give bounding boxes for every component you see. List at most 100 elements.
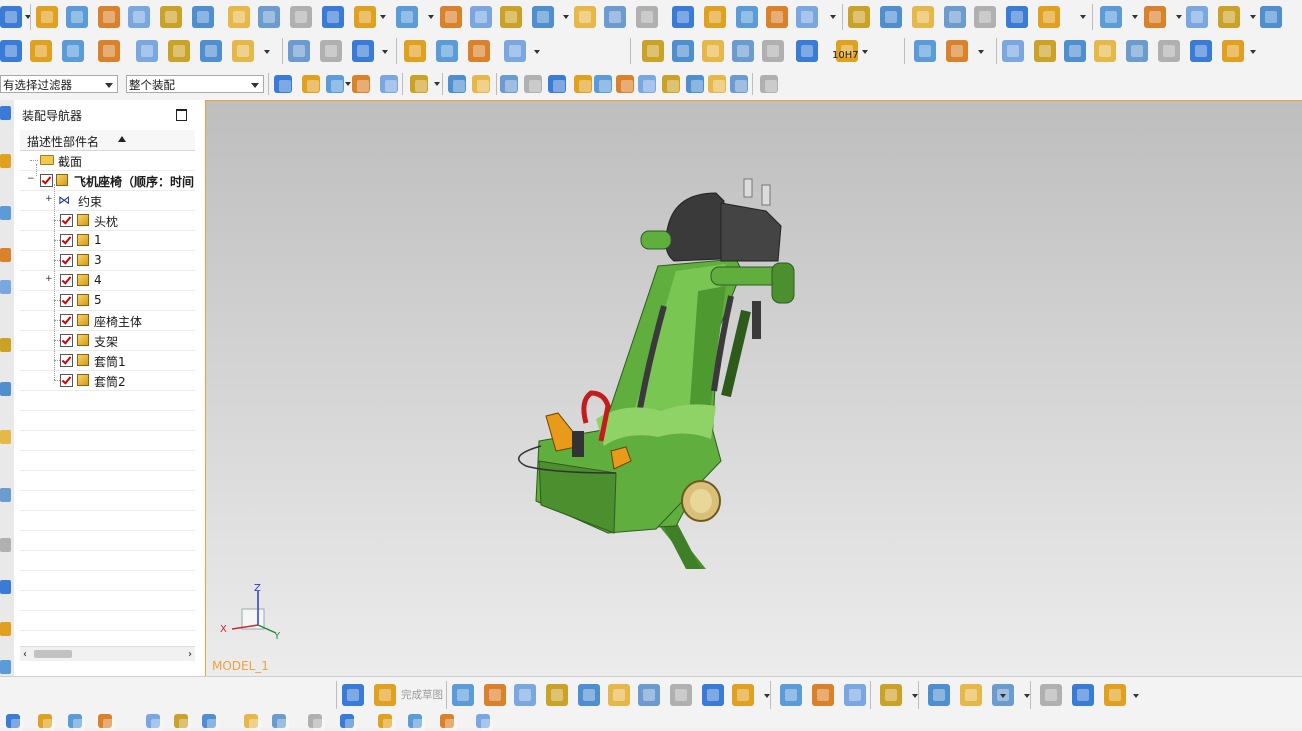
toolbar-tool-icon[interactable] xyxy=(378,714,395,731)
dropdown-arrow-icon[interactable] xyxy=(1132,15,1138,19)
toolbar-tool-icon[interactable] xyxy=(470,6,492,28)
scroll-left-icon[interactable]: ‹ xyxy=(23,649,27,660)
toolbar-tool-icon[interactable] xyxy=(468,40,490,62)
toolbar-tool-icon[interactable] xyxy=(200,40,222,62)
toolbar-tool-icon[interactable] xyxy=(1006,6,1028,28)
tree-row-subassembly[interactable]: + 4 xyxy=(20,270,195,291)
toolbar-tool-icon[interactable] xyxy=(396,6,418,28)
toolbar-tool-icon[interactable] xyxy=(780,684,802,706)
resource-tab-icon[interactable] xyxy=(0,660,11,674)
toolbar-tool-icon[interactable] xyxy=(594,75,612,93)
toolbar-tool-icon[interactable] xyxy=(1040,684,1062,706)
toolbar-tool-icon[interactable] xyxy=(1038,6,1060,28)
resource-tab-icon[interactable] xyxy=(0,154,11,168)
tree-row-part[interactable]: 支架 xyxy=(20,330,195,351)
toolbar-tool-icon[interactable] xyxy=(290,6,312,28)
toolbar-tool-icon[interactable] xyxy=(68,714,85,731)
toolbar-tool-icon[interactable] xyxy=(160,6,182,28)
toolbar-tool-icon[interactable] xyxy=(302,75,320,93)
tree-row-part[interactable]: 套筒2 xyxy=(20,370,195,391)
toolbar-tool-icon[interactable] xyxy=(258,6,280,28)
toolbar-tool-icon[interactable] xyxy=(440,714,457,731)
toolbar-tool-icon[interactable] xyxy=(320,40,342,62)
toolbar-tool-icon[interactable] xyxy=(6,714,23,731)
toolbar-tool-icon[interactable] xyxy=(272,714,289,731)
toolbar-tool-icon[interactable] xyxy=(340,714,357,731)
visibility-checkbox[interactable] xyxy=(60,314,73,327)
tree-row-part[interactable]: 头枕 xyxy=(20,210,195,231)
toolbar-tool-icon[interactable] xyxy=(638,75,656,93)
collapse-icon[interactable]: − xyxy=(27,175,35,184)
assembly-scope-dropdown[interactable]: 整个装配 xyxy=(126,75,264,93)
toolbar-tool-icon[interactable] xyxy=(232,40,254,62)
tree-row-root-assembly[interactable]: − 飞机座椅（顺序：时间 xyxy=(20,170,195,191)
scrollbar-thumb[interactable] xyxy=(34,650,72,658)
toolbar-tool-icon[interactable] xyxy=(30,40,52,62)
toolbar-tool-icon[interactable] xyxy=(1094,40,1116,62)
toolbar-tool-icon[interactable] xyxy=(440,6,462,28)
resource-tab-icon[interactable] xyxy=(0,488,11,502)
dropdown-arrow-icon[interactable] xyxy=(345,82,351,86)
toolbar-tool-icon[interactable] xyxy=(436,40,458,62)
toolbar-tool-icon[interactable] xyxy=(1104,684,1126,706)
toolbar-tool-icon[interactable] xyxy=(672,40,694,62)
toolbar-tool-icon[interactable] xyxy=(404,40,426,62)
resource-tab-icon[interactable] xyxy=(0,248,11,262)
toolbar-tool-icon[interactable] xyxy=(1144,6,1166,28)
toolbar-tool-icon[interactable] xyxy=(946,40,968,62)
dropdown-arrow-icon[interactable] xyxy=(1080,15,1086,19)
toolbar-tool-icon[interactable] xyxy=(1034,40,1056,62)
dropdown-arrow-icon[interactable] xyxy=(1000,694,1006,698)
toolbar-tool-icon[interactable] xyxy=(38,714,55,731)
scroll-right-icon[interactable]: › xyxy=(188,649,192,660)
toolbar-tool-icon[interactable] xyxy=(1190,40,1212,62)
toolbar-tool-icon[interactable] xyxy=(704,6,726,28)
toolbar-tool-icon[interactable] xyxy=(686,75,704,93)
maximize-icon[interactable] xyxy=(176,109,187,121)
toolbar-tool-icon[interactable] xyxy=(524,75,542,93)
toolbar-tool-icon[interactable] xyxy=(1260,6,1282,28)
toolbar-tool-icon[interactable] xyxy=(732,684,754,706)
toolbar-tool-icon[interactable] xyxy=(578,684,600,706)
toolbar-tool-icon[interactable] xyxy=(98,6,120,28)
visibility-checkbox[interactable] xyxy=(60,214,73,227)
toolbar-tool-icon[interactable] xyxy=(1002,40,1024,62)
toolbar-tool-icon[interactable] xyxy=(662,75,680,93)
toolbar-tool-icon[interactable] xyxy=(146,714,163,731)
dropdown-arrow-icon[interactable] xyxy=(862,50,868,54)
dropdown-arrow-icon[interactable] xyxy=(563,15,569,19)
visibility-checkbox[interactable] xyxy=(60,234,73,247)
navigator-column-header[interactable]: 描述性部件名 xyxy=(20,130,195,151)
toolbar-tool-icon[interactable] xyxy=(672,6,694,28)
expand-icon[interactable]: + xyxy=(45,195,53,204)
toolbar-tool-icon[interactable] xyxy=(812,684,834,706)
toolbar-tool-icon[interactable] xyxy=(760,75,778,93)
toolbar-tool-icon[interactable] xyxy=(960,684,982,706)
toolbar-tool-icon[interactable] xyxy=(244,714,261,731)
toolbar-tool-icon[interactable] xyxy=(98,714,115,731)
toolbar-tool-icon[interactable] xyxy=(448,75,466,93)
toolbar-tool-icon[interactable] xyxy=(354,6,376,28)
toolbar-tool-icon[interactable] xyxy=(168,40,190,62)
toolbar-tool-icon[interactable] xyxy=(352,40,374,62)
tree-row-part[interactable]: 套筒1 xyxy=(20,350,195,371)
tree-row-part[interactable]: 3 xyxy=(20,250,195,271)
tolerance-label[interactable]: 10H7 xyxy=(832,50,859,61)
toolbar-tool-icon[interactable] xyxy=(36,6,58,28)
toolbar-tool-icon[interactable] xyxy=(98,40,120,62)
toolbar-tool-icon[interactable] xyxy=(844,684,866,706)
visibility-checkbox[interactable] xyxy=(60,374,73,387)
toolbar-tool-icon[interactable] xyxy=(322,6,344,28)
toolbar-tool-icon[interactable] xyxy=(1218,6,1240,28)
toolbar-tool-icon[interactable] xyxy=(1158,40,1180,62)
resource-tab-icon[interactable] xyxy=(0,338,11,352)
dropdown-arrow-icon[interactable] xyxy=(434,82,440,86)
dropdown-arrow-icon[interactable] xyxy=(264,50,270,54)
toolbar-tool-icon[interactable] xyxy=(62,40,84,62)
dropdown-arrow-icon[interactable] xyxy=(382,50,388,54)
dropdown-arrow-icon[interactable] xyxy=(1250,50,1256,54)
horizontal-scrollbar[interactable]: ‹ › xyxy=(20,646,195,661)
toolbar-tool-icon[interactable] xyxy=(274,75,292,93)
dropdown-arrow-icon[interactable] xyxy=(978,50,984,54)
toolbar-tool-icon[interactable] xyxy=(636,6,658,28)
